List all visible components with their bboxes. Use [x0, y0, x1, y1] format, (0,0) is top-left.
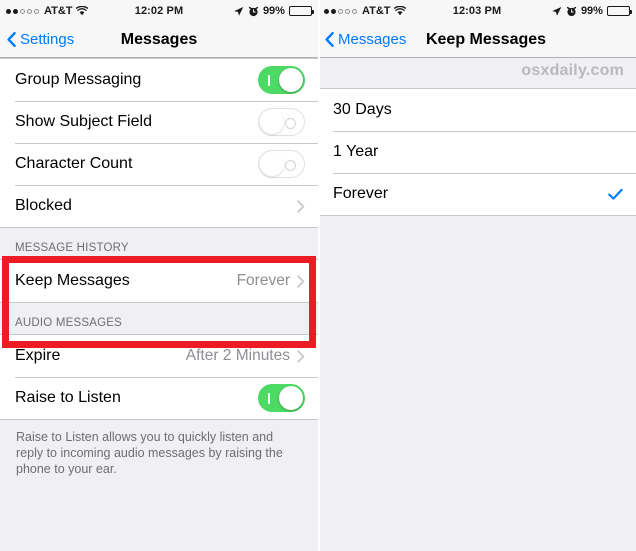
status-bar-left: AT&T — [6, 5, 107, 17]
row-show-subject-field[interactable]: Show Subject Field — [0, 101, 318, 143]
left-phone-panel: AT&T 12:02 PM 99% Settings Messages Grou… — [0, 0, 318, 551]
status-bar-right: 99% — [211, 5, 314, 17]
row-value: Forever — [236, 272, 290, 289]
row-raise-to-listen[interactable]: Raise to Listen — [0, 377, 318, 419]
right-phone-panel: AT&T 12:03 PM 99% Messages Keep Messages… — [318, 0, 636, 551]
group-messaging-toggle[interactable] — [258, 66, 305, 94]
row-group-messaging[interactable]: Group Messaging — [0, 59, 318, 101]
row-label: Keep Messages — [15, 272, 130, 289]
location-arrow-icon — [233, 6, 244, 17]
option-forever[interactable]: Forever — [318, 173, 636, 215]
status-bar-right: 99% — [529, 5, 632, 17]
character-count-toggle[interactable] — [258, 150, 305, 178]
back-button-label: Settings — [20, 31, 75, 48]
navigation-bar: Messages Keep Messages — [318, 22, 636, 58]
section-header-message-history: MESSAGE HISTORY — [0, 228, 318, 259]
alarm-clock-icon — [248, 6, 259, 17]
status-bar-clock: 12:02 PM — [134, 5, 184, 17]
chevron-right-icon — [297, 349, 305, 363]
row-label: Blocked — [15, 197, 72, 214]
location-arrow-icon — [551, 6, 562, 17]
battery-percent-label: 99% — [580, 5, 603, 17]
wifi-icon — [393, 5, 406, 16]
checkmark-icon — [608, 188, 623, 201]
row-keep-messages[interactable]: Keep Messages Forever — [0, 260, 318, 302]
audio-messages-group: Expire After 2 Minutes Raise to Listen — [0, 334, 318, 420]
option-label: 30 Days — [333, 101, 392, 118]
screenshot-root: AT&T 12:02 PM 99% Settings Messages Grou… — [0, 0, 636, 551]
back-button-messages[interactable]: Messages — [318, 31, 406, 48]
chevron-right-icon — [297, 199, 305, 213]
chevron-right-icon — [297, 274, 305, 288]
back-button-settings[interactable]: Settings — [0, 31, 74, 48]
row-character-count[interactable]: Character Count — [0, 143, 318, 185]
watermark: osxdaily.com — [521, 62, 624, 79]
row-label: Expire — [15, 347, 61, 364]
battery-icon — [606, 6, 632, 16]
navigation-bar: Settings Messages — [0, 22, 318, 58]
carrier-label: AT&T — [362, 5, 391, 17]
show-subject-field-toggle[interactable] — [258, 108, 305, 136]
keep-messages-options-group: 30 Days 1 Year Forever — [318, 88, 636, 216]
back-button-label: Messages — [338, 31, 407, 48]
battery-percent-label: 99% — [262, 5, 285, 17]
option-1-year[interactable]: 1 Year — [318, 131, 636, 173]
row-value: After 2 Minutes — [185, 347, 290, 364]
row-label: Group Messaging — [15, 71, 142, 88]
chevron-left-icon — [7, 32, 16, 47]
message-history-group: Keep Messages Forever — [0, 259, 318, 303]
raise-to-listen-description: Raise to Listen allows you to quickly li… — [0, 420, 318, 477]
wifi-icon — [75, 5, 88, 16]
signal-strength-dots-icon — [6, 8, 39, 14]
row-blocked[interactable]: Blocked — [0, 185, 318, 227]
alarm-clock-icon — [566, 6, 577, 17]
chevron-left-icon — [325, 32, 334, 47]
row-label: Show Subject Field — [15, 113, 152, 130]
messages-settings-group-1: Group Messaging Show Subject Field Chara… — [0, 58, 318, 228]
status-bar-clock: 12:03 PM — [452, 5, 502, 17]
battery-icon — [288, 6, 314, 16]
option-30-days[interactable]: 30 Days — [318, 89, 636, 131]
raise-to-listen-toggle[interactable] — [258, 384, 305, 412]
panel-divider — [318, 0, 320, 551]
status-bar: AT&T 12:02 PM 99% — [0, 0, 318, 22]
row-label: Character Count — [15, 155, 133, 172]
section-header-audio-messages: AUDIO MESSAGES — [0, 303, 318, 334]
carrier-label: AT&T — [44, 5, 73, 17]
status-bar-left: AT&T — [324, 5, 425, 17]
option-label: 1 Year — [333, 143, 379, 160]
row-label: Raise to Listen — [15, 389, 121, 406]
status-bar: AT&T 12:03 PM 99% — [318, 0, 636, 22]
signal-strength-dots-icon — [324, 8, 357, 14]
row-expire[interactable]: Expire After 2 Minutes — [0, 335, 318, 377]
option-label: Forever — [333, 185, 389, 202]
